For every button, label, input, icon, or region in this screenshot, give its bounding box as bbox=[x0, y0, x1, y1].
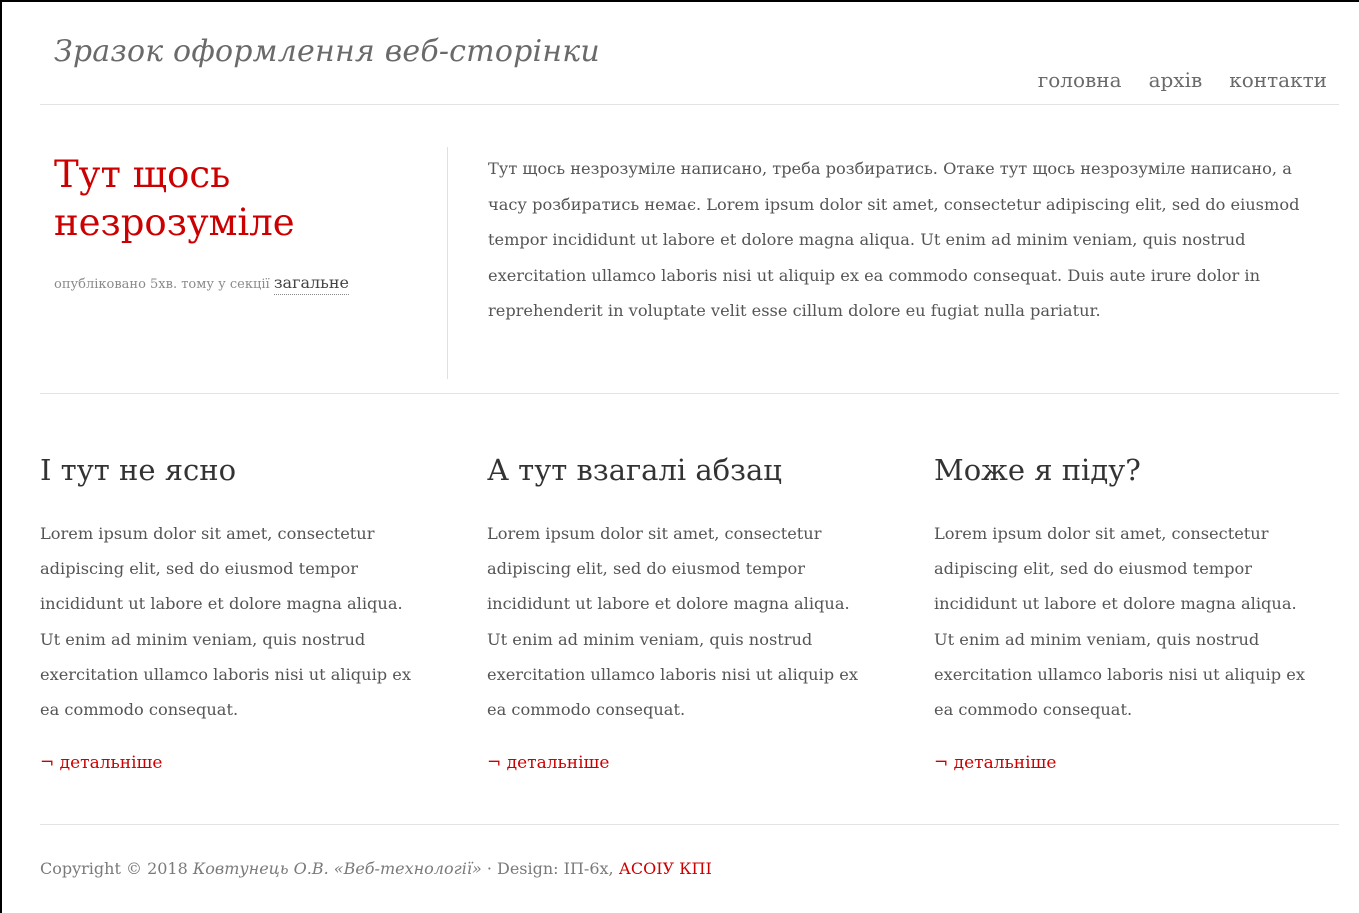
footer-org-link[interactable]: АСОІУ КПІ bbox=[619, 859, 712, 878]
nav-item-archive[interactable]: архів bbox=[1149, 68, 1203, 92]
nav-item-home[interactable]: головна bbox=[1038, 68, 1122, 92]
page-container: Зразок оформлення веб-сторінки головна а… bbox=[40, 0, 1339, 905]
footer-text: Copyright © 2018 Ковтунець О.В. «Веб-тех… bbox=[40, 859, 712, 878]
intro-title: Тут щось незрозуміле bbox=[54, 153, 295, 244]
read-more-link[interactable]: ¬ детальніше bbox=[934, 753, 1056, 773]
intro-divider bbox=[447, 147, 448, 379]
column-2: А тут взагалі абзац Lorem ipsum dolor si… bbox=[487, 450, 869, 773]
site-title: Зразок оформлення веб-сторінки bbox=[54, 34, 600, 69]
copyright: Copyright © 2018 bbox=[40, 859, 188, 878]
read-more-arrow-icon: ¬ bbox=[40, 753, 55, 774]
read-more-arrow-icon: ¬ bbox=[934, 753, 949, 774]
columns-section: І тут не ясно Lorem ipsum dolor sit amet… bbox=[40, 394, 1339, 825]
nav-item-contacts[interactable]: контакти bbox=[1229, 68, 1327, 92]
read-more-arrow-icon: ¬ bbox=[487, 753, 502, 774]
read-more-link[interactable]: ¬ детальніше bbox=[487, 753, 609, 773]
read-more-label: детальніше bbox=[59, 753, 163, 774]
column-heading: А тут взагалі абзац bbox=[487, 453, 782, 487]
main-nav: головна архів контакти bbox=[1038, 68, 1327, 92]
read-more-label: детальніше bbox=[506, 753, 610, 774]
read-more-label: детальніше bbox=[953, 753, 1057, 774]
intro-text: Тут щось незрозуміле написано, треба роз… bbox=[488, 159, 1300, 320]
column-heading: І тут не ясно bbox=[40, 453, 237, 487]
site-header: Зразок оформлення веб-сторінки головна а… bbox=[40, 0, 1339, 105]
footer-design: · Design: ІП-6х, bbox=[486, 859, 614, 878]
column-heading: Може я піду? bbox=[934, 453, 1141, 487]
column-text: Lorem ipsum dolor sit amet, consectetur … bbox=[934, 524, 1305, 720]
section-link[interactable]: загальне bbox=[273, 273, 350, 295]
column-3: Може я піду? Lorem ipsum dolor sit amet,… bbox=[934, 450, 1316, 773]
site-footer: Copyright © 2018 Ковтунець О.В. «Веб-тех… bbox=[40, 825, 1339, 905]
column-text: Lorem ipsum dolor sit amet, consectetur … bbox=[487, 524, 858, 720]
footer-author: Ковтунець О.В. «Веб-технології» bbox=[192, 859, 482, 878]
post-meta: опубліковано 5хв. тому у секції загальне bbox=[54, 273, 434, 295]
intro-left: Тут щось незрозуміле опубліковано 5хв. т… bbox=[54, 151, 434, 295]
read-more-link[interactable]: ¬ детальніше bbox=[40, 753, 162, 773]
post-meta-text: опубліковано 5хв. тому у секції bbox=[54, 277, 270, 292]
intro-section: Тут щось незрозуміле опубліковано 5хв. т… bbox=[40, 105, 1339, 394]
column-1: І тут не ясно Lorem ipsum dolor sit amet… bbox=[40, 450, 422, 773]
column-text: Lorem ipsum dolor sit amet, consectetur … bbox=[40, 524, 411, 720]
